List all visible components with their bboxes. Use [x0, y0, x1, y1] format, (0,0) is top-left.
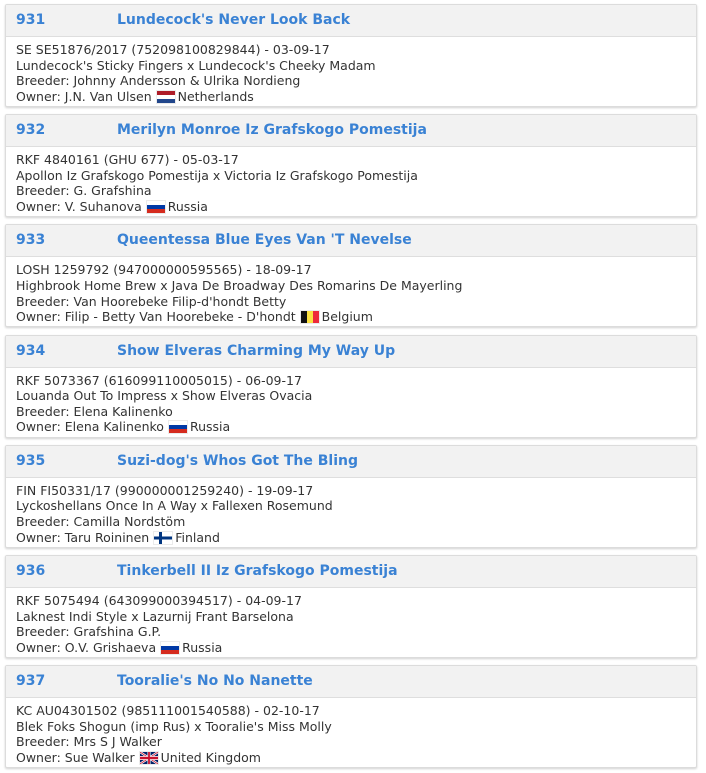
entry-card: 933 Queentessa Blue Eyes Van 'T Nevelse …	[5, 224, 697, 328]
dog-name-link[interactable]: Lundecock's Never Look Back	[117, 12, 350, 28]
owner-name: Owner: Sue Walker	[16, 749, 135, 765]
owner-name: Owner: Taru Roininen	[16, 529, 150, 545]
parents-line: Laknest Indi Style x Lazurnij Frant Bars…	[16, 608, 294, 624]
entry-header: 932 Merilyn Monroe Iz Grafskogo Pomestij…	[6, 115, 696, 148]
entry-header: 935 Suzi-dog's Whos Got The Bling	[6, 445, 696, 478]
entry-details: RKF 4840161 (GHU 677) - 05-03-17 Apollon…	[6, 147, 696, 214]
parents-line: Louanda Out To Impress x Show Elveras Ov…	[16, 388, 313, 404]
dog-name-link[interactable]: Suzi-dog's Whos Got The Bling	[117, 453, 358, 469]
country-flag-icon	[139, 751, 158, 764]
entry-header: 933 Queentessa Blue Eyes Van 'T Nevelse	[6, 225, 696, 258]
country-flag-icon	[146, 200, 165, 213]
registration-line: FIN FI50331/17 (990000001259240) - 19-09…	[16, 482, 314, 498]
entry-number: 935	[16, 452, 46, 469]
dog-name-link[interactable]: Tooralie's No No Nanette	[117, 673, 313, 689]
owner-country: Russia	[167, 198, 208, 214]
country-flag-icon	[156, 90, 175, 103]
entry-card: 932 Merilyn Monroe Iz Grafskogo Pomestij…	[5, 114, 697, 218]
breeder-line: Breeder: Mrs S J Walker	[16, 734, 162, 750]
owner-country: Finland	[175, 529, 220, 545]
entry-header: 931 Lundecock's Never Look Back	[6, 5, 696, 37]
parents-line: Lyckoshellans Once In A Way x Fallexen R…	[16, 498, 333, 514]
entry-details: FIN FI50331/17 (990000001259240) - 19-09…	[6, 478, 696, 545]
owner-name: Owner: Elena Kalinenko	[16, 419, 164, 435]
owner-country: Russia	[189, 419, 231, 435]
owner-line: Owner: Taru Roininen Finland	[16, 530, 686, 546]
registration-line: RKF 5073367 (616099110005015) - 06-09-17	[16, 372, 302, 388]
parents-line: Highbrook Home Brew x Java De Broadway D…	[16, 277, 463, 293]
owner-line: Owner: Filip - Betty Van Hoorebeke - D'h…	[16, 309, 686, 325]
registration-line: RKF 5075494 (643099000394517) - 04-09-17	[16, 593, 302, 608]
entry-details: KC AU04301502 (985111001540588) - 02-10-…	[6, 698, 696, 765]
country-flag-icon	[168, 421, 187, 434]
dog-name-link[interactable]: Queentessa Blue Eyes Van 'T Nevelse	[117, 232, 412, 248]
entry-number: 931	[16, 12, 46, 28]
breeder-line: Breeder: Van Hoorebeke Filip-d'hondt Bet…	[16, 293, 287, 309]
registration-line: KC AU04301502 (985111001540588) - 02-10-…	[16, 703, 320, 719]
owner-name: Owner: J.N. Van Ulsen	[16, 88, 152, 104]
breeder-line: Breeder: Elena Kalinenko	[16, 403, 173, 419]
country-flag-icon	[161, 641, 180, 654]
entry-header: 937 Tooralie's No No Nanette	[6, 666, 696, 699]
entry-details: SE SE51876/2017 (752098100829844) - 03-0…	[6, 37, 696, 104]
owner-name: Owner: V. Suhanova	[16, 198, 142, 214]
owner-line: Owner: O.V. Grishaeva Russia	[16, 640, 686, 656]
owner-line: Owner: Sue Walker United Kingdom	[16, 750, 686, 766]
entry-number: 933	[16, 232, 46, 249]
owner-country: Belgium	[321, 309, 373, 325]
entry-card: 937 Tooralie's No No Nanette KC AU043015…	[5, 665, 697, 769]
owner-name: Owner: Filip - Betty Van Hoorebeke - D'h…	[16, 309, 296, 325]
dog-name-link[interactable]: Show Elveras Charming My Way Up	[117, 343, 395, 359]
owner-country: Netherlands	[177, 88, 254, 104]
registration-line: RKF 4840161 (GHU 677) - 05-03-17	[16, 152, 239, 168]
entry-number: 937	[16, 673, 46, 690]
owner-line: Owner: Elena Kalinenko Russia	[16, 419, 686, 435]
breeder-line: Breeder: G. Grafshina	[16, 183, 152, 199]
owner-country: Russia	[182, 639, 223, 655]
entry-details: RKF 5073367 (616099110005015) - 06-09-17…	[6, 368, 696, 435]
breeder-line: Breeder: Grafshina G.P.	[16, 624, 162, 640]
entry-card: 936 Tinkerbell II Iz Grafskogo Pomestija…	[5, 555, 697, 658]
owner-line: Owner: J.N. Van Ulsen Netherlands	[16, 89, 686, 105]
owner-country: United Kingdom	[160, 749, 261, 765]
breeder-line: Breeder: Camilla Nordstöm	[16, 513, 186, 529]
entry-card: 934 Show Elveras Charming My Way Up RKF …	[5, 334, 697, 438]
breeder-line: Breeder: Johnny Andersson & Ulrika Nordi…	[16, 73, 301, 89]
owner-name: Owner: O.V. Grishaeva	[16, 639, 157, 655]
parents-line: Lundecock's Sticky Fingers x Lundecock's…	[16, 57, 376, 73]
entry-card: 935 Suzi-dog's Whos Got The Bling FIN FI…	[5, 444, 697, 548]
entry-details: LOSH 1259792 (947000000595565) - 18-09-1…	[6, 257, 696, 324]
country-flag-icon	[300, 311, 319, 324]
entry-header: 936 Tinkerbell II Iz Grafskogo Pomestija	[6, 556, 696, 588]
entry-number: 932	[16, 122, 46, 139]
entry-card: 931 Lundecock's Never Look Back SE SE518…	[5, 4, 697, 107]
registration-line: LOSH 1259792 (947000000595565) - 18-09-1…	[16, 262, 312, 278]
dog-name-link[interactable]: Merilyn Monroe Iz Grafskogo Pomestija	[117, 122, 427, 138]
owner-line: Owner: V. Suhanova Russia	[16, 199, 686, 215]
country-flag-icon	[154, 531, 173, 544]
parents-line: Apollon Iz Grafskogo Pomestija x Victori…	[16, 167, 418, 183]
entry-header: 934 Show Elveras Charming My Way Up	[6, 335, 696, 368]
registration-line: SE SE51876/2017 (752098100829844) - 03-0…	[16, 42, 330, 57]
entry-number: 934	[16, 342, 46, 359]
parents-line: Blek Foks Shogun (imp Rus) x Tooralie's …	[16, 718, 332, 734]
entry-number: 936	[16, 563, 46, 579]
dog-name-link[interactable]: Tinkerbell II Iz Grafskogo Pomestija	[117, 563, 398, 579]
entry-details: RKF 5075494 (643099000394517) - 04-09-17…	[6, 588, 696, 655]
